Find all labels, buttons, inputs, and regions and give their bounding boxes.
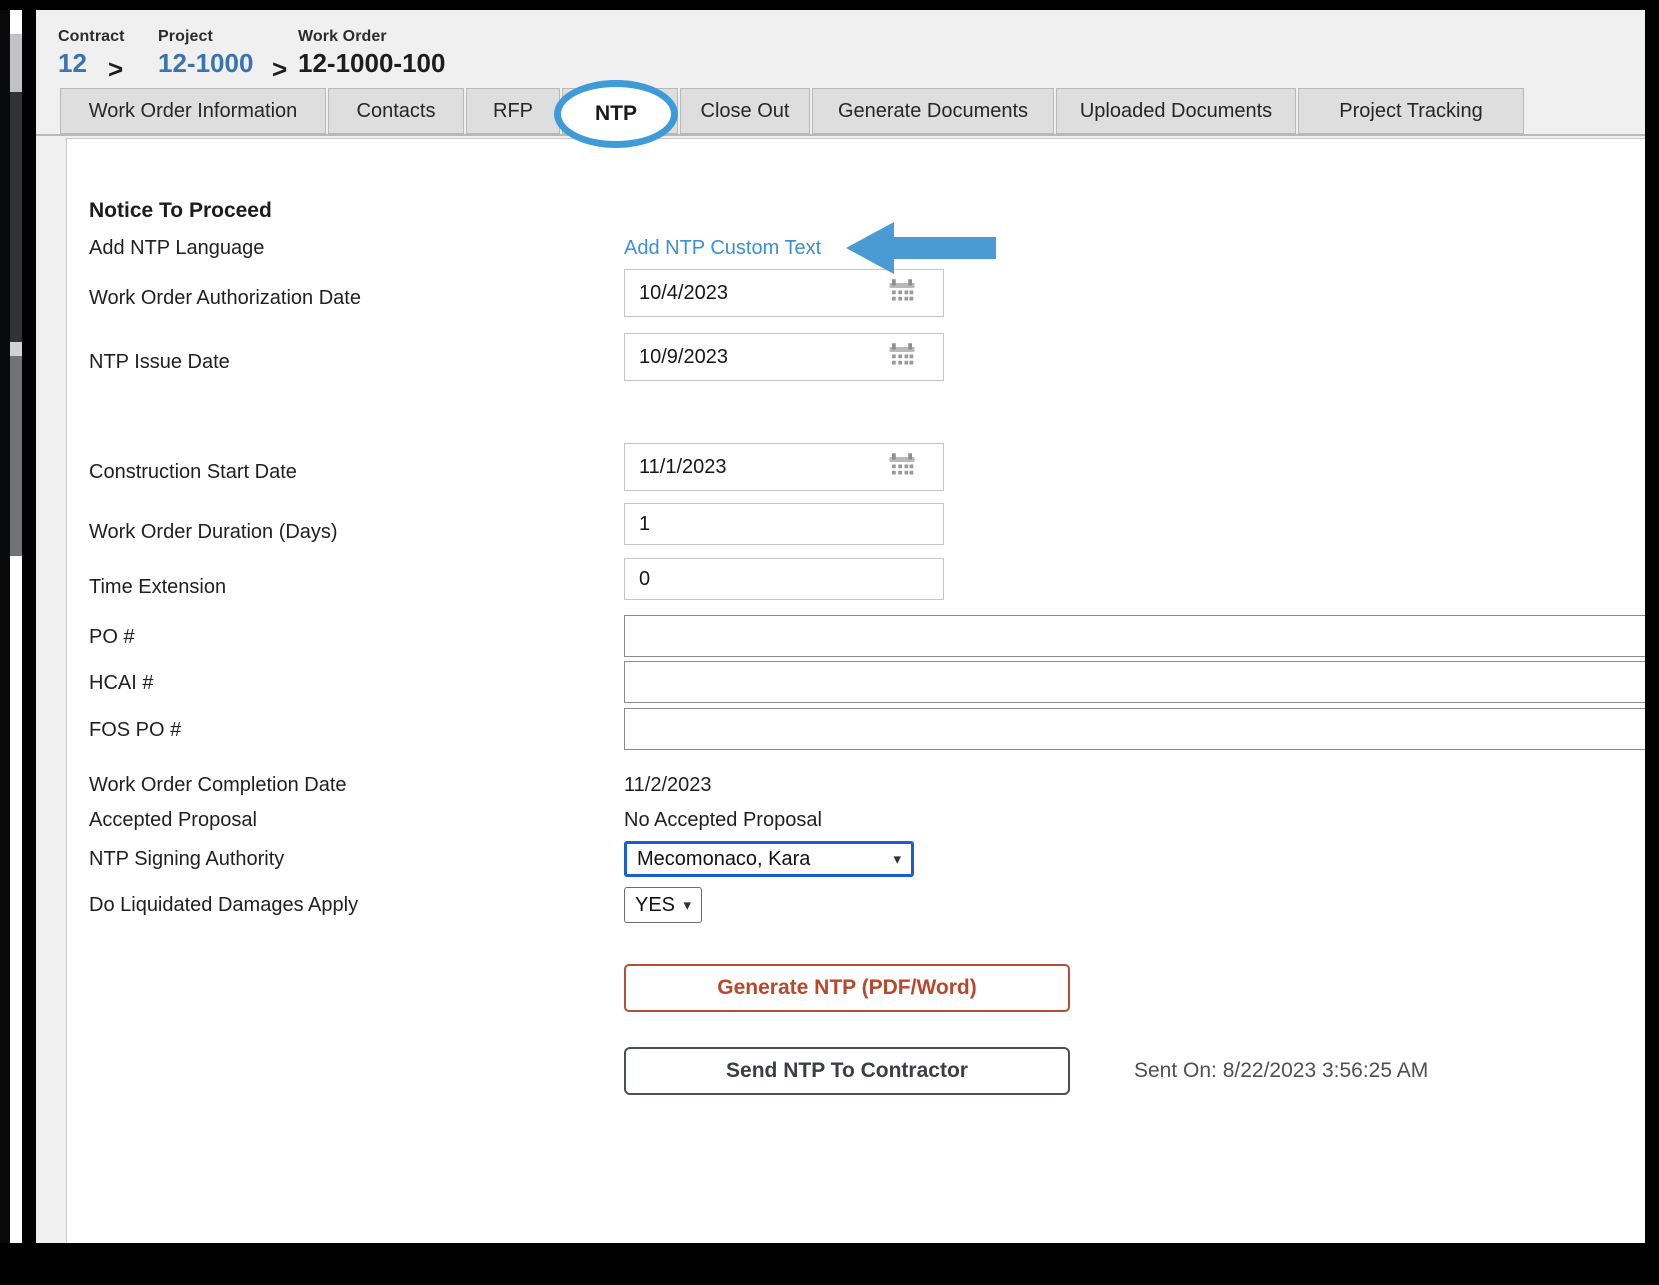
liquidated-damages-label: Do Liquidated Damages Apply	[89, 894, 359, 916]
page-title: Notice To Proceed	[89, 199, 272, 222]
breadcrumb-work-order-value: 12-1000-100	[298, 48, 446, 78]
breadcrumb-work-order-label: Work Order	[298, 28, 387, 45]
tab-project-tracking[interactable]: Project Tracking	[1298, 88, 1524, 134]
chevron-down-icon: ▾	[683, 897, 691, 914]
ntp-signing-authority-value: Mecomonaco, Kara	[637, 847, 811, 870]
breadcrumb-separator-2: >	[272, 54, 288, 84]
construction-start-date-label: Construction Start Date	[89, 461, 297, 483]
sent-on-status: Sent On: 8/22/2023 3:56:25 AM	[1134, 1059, 1429, 1082]
tab-ntp[interactable]: NTP	[562, 88, 678, 134]
work-order-duration-input[interactable]: 1	[624, 503, 944, 545]
accepted-proposal-label: Accepted Proposal	[89, 809, 257, 831]
tab-contacts[interactable]: Contacts	[328, 88, 464, 134]
work-order-completion-date-value: 11/2/2023	[624, 774, 712, 796]
tab-work-order-information[interactable]: Work Order Information	[60, 88, 326, 134]
add-ntp-custom-text-link[interactable]: Add NTP Custom Text	[624, 237, 821, 260]
tab-uploaded-documents[interactable]: Uploaded Documents	[1056, 88, 1296, 134]
liquidated-damages-value: YES	[635, 893, 676, 916]
breadcrumb-project: Project 12-1000	[158, 28, 253, 79]
construction-start-date-input[interactable]: 11/1/2023	[624, 443, 944, 491]
tab-rfp[interactable]: RFP	[466, 88, 560, 134]
ntp-issue-date-label: NTP Issue Date	[89, 351, 230, 373]
breadcrumb-separator-1: >	[108, 54, 124, 84]
window-frame-left	[22, 0, 36, 1285]
add-ntp-language-label: Add NTP Language	[89, 237, 265, 259]
scrollbar-segment-top[interactable]	[10, 34, 22, 92]
send-ntp-to-contractor-button[interactable]: Send NTP To Contractor	[624, 1047, 1070, 1095]
tab-bar: Work Order Information Contacts RFP NTP …	[36, 88, 1645, 136]
breadcrumb: Contract 12 > Project 12-1000 > Work Ord…	[36, 10, 1645, 88]
scrollbar-segment-mid[interactable]	[10, 356, 22, 556]
window-frame-bottom	[0, 1243, 1659, 1285]
window-frame-right	[1645, 0, 1659, 1285]
ntp-signing-authority-select[interactable]: Mecomonaco, Kara ▾	[624, 841, 914, 877]
window-frame-top	[0, 0, 1659, 10]
tab-generate-documents[interactable]: Generate Documents	[812, 88, 1054, 134]
hcai-number-input[interactable]	[624, 661, 1645, 703]
scrollbar-segment-light[interactable]	[10, 342, 22, 356]
breadcrumb-project-link[interactable]: 12-1000	[158, 48, 253, 79]
fos-po-number-input[interactable]	[624, 708, 1645, 750]
ntp-issue-date-input[interactable]: 10/9/2023	[624, 333, 944, 381]
time-extension-label: Time Extension	[89, 576, 227, 598]
tab-close-out[interactable]: Close Out	[680, 88, 810, 134]
breadcrumb-contract-label: Contract	[58, 28, 125, 45]
application-page: Contract 12 > Project 12-1000 > Work Ord…	[36, 10, 1645, 1243]
chevron-down-icon: ▾	[893, 851, 901, 868]
screenshot-root: Contract 12 > Project 12-1000 > Work Ord…	[0, 0, 1659, 1285]
accepted-proposal-value: No Accepted Proposal	[624, 809, 822, 831]
breadcrumb-work-order: Work Order 12-1000-100	[298, 28, 445, 79]
time-extension-input[interactable]: 0	[624, 558, 944, 600]
window-frame-outer-left	[0, 0, 10, 1285]
po-number-label: PO #	[89, 626, 135, 648]
po-number-input[interactable]	[624, 615, 1645, 657]
work-order-completion-date-label: Work Order Completion Date	[89, 774, 347, 796]
generate-ntp-button[interactable]: Generate NTP (PDF/Word)	[624, 964, 1070, 1012]
work-order-authorization-date-input[interactable]: 10/4/2023	[624, 269, 944, 317]
breadcrumb-project-label: Project	[158, 28, 213, 45]
work-order-authorization-date-label: Work Order Authorization Date	[89, 287, 361, 309]
fos-po-number-label: FOS PO #	[89, 719, 182, 741]
liquidated-damages-select[interactable]: YES ▾	[624, 887, 702, 923]
scrollbar-segment-dark[interactable]	[10, 92, 22, 342]
ntp-signing-authority-label: NTP Signing Authority	[89, 848, 285, 870]
work-order-duration-label: Work Order Duration (Days)	[89, 521, 338, 543]
ntp-form-panel: Notice To Proceed Add NTP Language Add N…	[66, 138, 1645, 1243]
hcai-number-label: HCAI #	[89, 672, 154, 694]
